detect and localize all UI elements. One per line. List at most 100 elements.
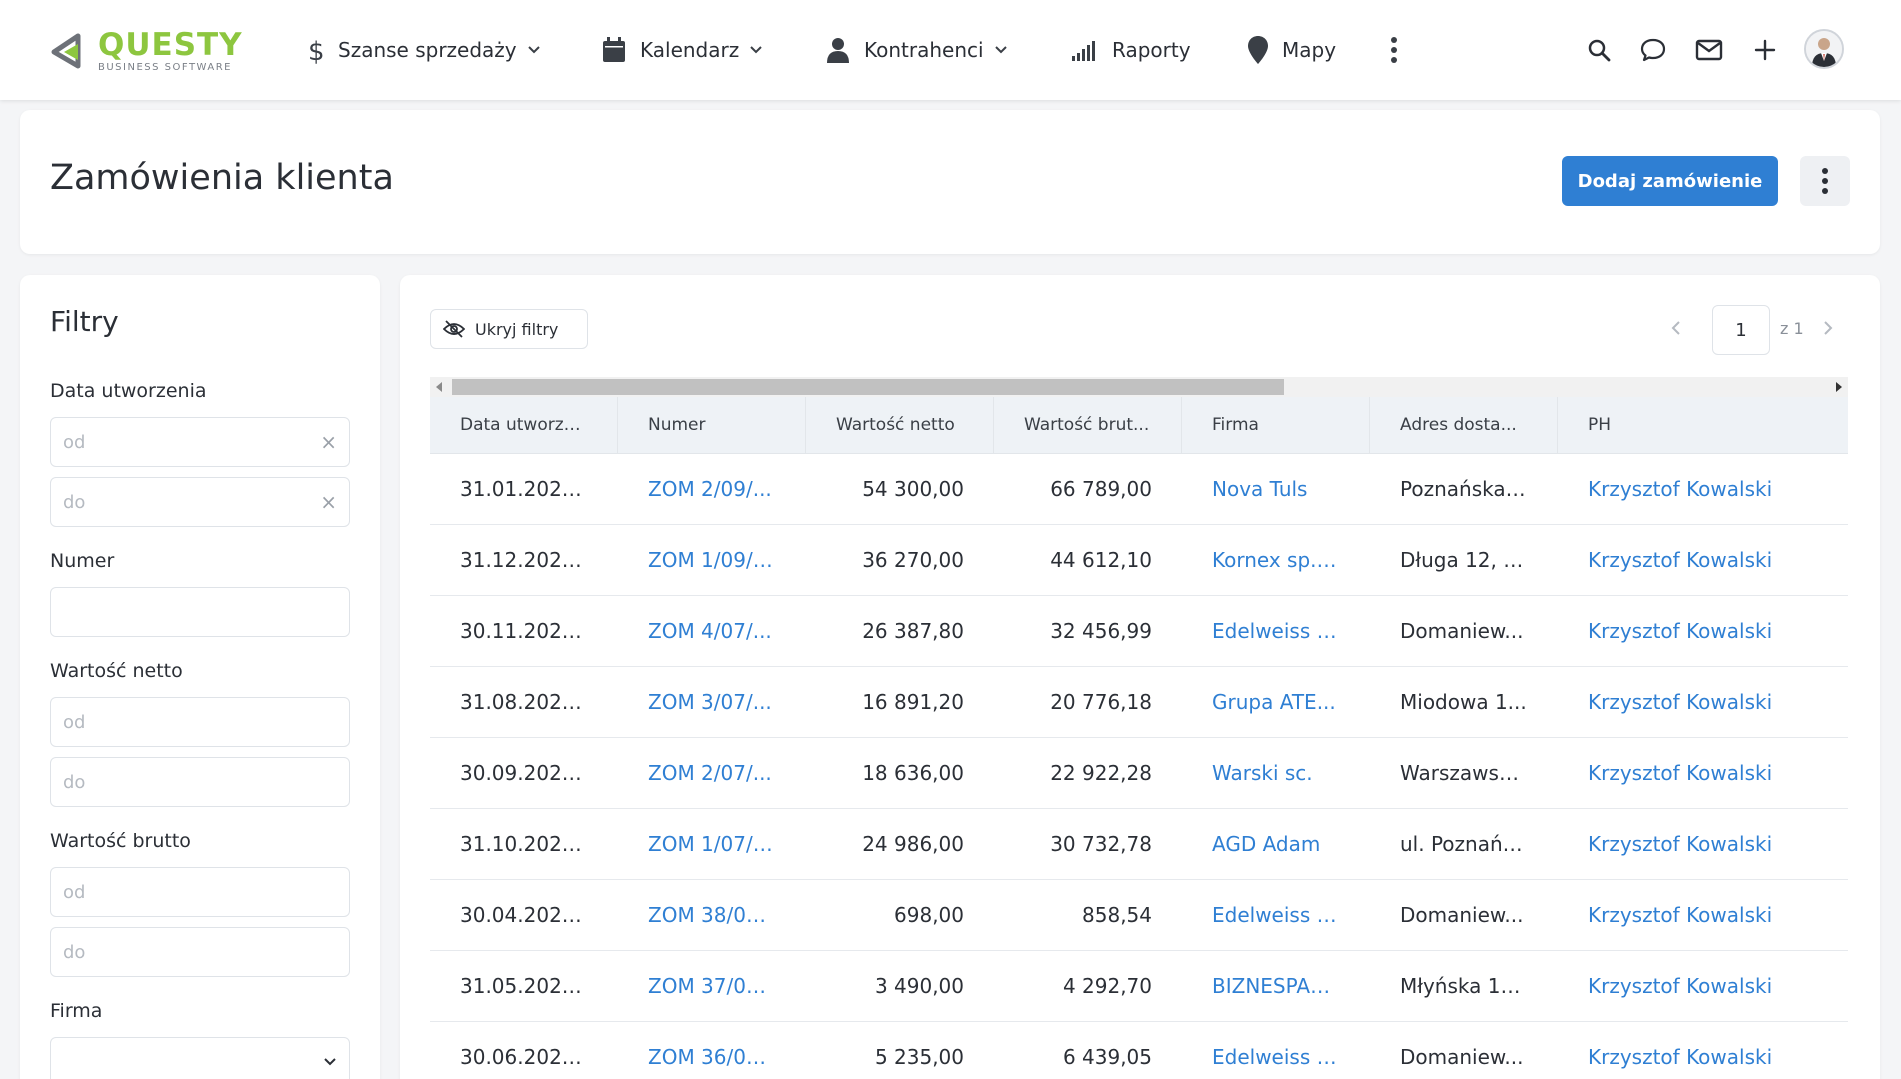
scrollbar-thumb[interactable]	[452, 379, 1284, 395]
chevron-down-icon	[527, 46, 540, 54]
column-header[interactable]: Wartość brut...	[994, 397, 1182, 453]
header-more-button[interactable]	[1800, 156, 1850, 206]
column-header[interactable]: Adres dosta...	[1370, 397, 1558, 453]
cell-sales-rep[interactable]: Krzysztof Kowalski	[1558, 1022, 1848, 1079]
table-row[interactable]: 30.11.2024 0... ZOM 4/07/... 26 387,80 32 4…	[430, 596, 1848, 667]
cell-created-date: 31.01.2025 0...	[460, 477, 588, 501]
filter-label-number: Numer	[50, 550, 115, 572]
cell-company[interactable]: Kornex sp. ...	[1182, 525, 1370, 595]
table-row[interactable]: 31.08.2024 ... ZOM 3/07/... 16 891,20 20 77…	[430, 667, 1848, 738]
net-value-to-input[interactable]: do	[50, 757, 350, 807]
cell-sales-rep[interactable]: Krzysztof Kowalski	[1558, 667, 1848, 737]
nav-label: Mapy	[1282, 38, 1337, 62]
cell-order-number[interactable]: ZOM 37/06...	[618, 951, 806, 1021]
search-button[interactable]	[1584, 30, 1614, 70]
created-date-to-input[interactable]: do ×	[50, 477, 350, 527]
input-placeholder: do	[63, 771, 86, 793]
scroll-right-arrow[interactable]	[1836, 382, 1842, 392]
cell-created-date: 30.04.2024 ...	[460, 903, 588, 927]
filter-label-company: Firma	[50, 1000, 103, 1022]
dollar-icon: $	[308, 37, 324, 64]
kebab-icon	[1391, 37, 1397, 63]
nav-item-maps[interactable]: Mapy	[1248, 32, 1336, 68]
scroll-left-arrow[interactable]	[436, 382, 442, 392]
created-date-from-input[interactable]: od ×	[50, 417, 350, 467]
cell-company[interactable]: Warski sc.	[1182, 738, 1370, 808]
questy-logo-icon	[51, 33, 81, 69]
table-header: Data utworze... Numer Wartość netto Wart…	[430, 397, 1848, 454]
cell-order-number[interactable]: ZOM 1/09/2...	[618, 525, 806, 595]
table-row[interactable]: 31.10.2024 0... ZOM 1/07/2... 24 986,00 30 …	[430, 809, 1848, 880]
chevron-right-icon[interactable]	[1822, 319, 1834, 337]
column-header[interactable]: PH	[1558, 397, 1848, 453]
cell-company[interactable]: Nova Tuls	[1182, 454, 1370, 524]
cell-created-date: 30.06.2024 ...	[460, 1045, 588, 1069]
add-button[interactable]	[1750, 30, 1780, 70]
avatar[interactable]	[1804, 29, 1844, 69]
table-row[interactable]: 30.09.2024 ... ZOM 2/07/... 18 636,00 22 92…	[430, 738, 1848, 809]
svg-text:$: $	[308, 37, 324, 64]
column-header[interactable]: Numer	[618, 397, 806, 453]
chevron-down-icon	[750, 46, 762, 54]
column-header[interactable]: Wartość netto	[806, 397, 994, 453]
nav-item-contractors[interactable]: Kontrahenci	[826, 32, 1008, 68]
more-menu-button[interactable]	[1382, 30, 1406, 70]
cell-order-number[interactable]: ZOM 4/07/...	[618, 596, 806, 666]
cell-delivery-address: Domaniew...	[1400, 903, 1524, 927]
mail-button[interactable]	[1694, 30, 1724, 70]
cell-created-date: 31.08.2024 ...	[460, 690, 588, 714]
table-row[interactable]: 31.05.2024 ... ZOM 37/06... 3 490,00 4 292,…	[430, 951, 1848, 1022]
cell-sales-rep[interactable]: Krzysztof Kowalski	[1558, 525, 1848, 595]
table-row[interactable]: 30.06.2024 ... ZOM 36/06... 5 235,00 6 439,…	[430, 1022, 1848, 1079]
company-select[interactable]	[50, 1037, 350, 1079]
cell-company[interactable]: AGD Adam	[1182, 809, 1370, 879]
mail-icon	[1695, 39, 1723, 61]
add-order-button[interactable]: Dodaj zamówienie	[1562, 156, 1778, 206]
orders-table: Data utworze... Numer Wartość netto Wart…	[430, 397, 1848, 1079]
number-input[interactable]	[50, 587, 350, 637]
nav-label: Raporty	[1112, 38, 1191, 62]
cell-order-number[interactable]: ZOM 3/07/...	[618, 667, 806, 737]
nav-label: Kontrahenci	[864, 38, 984, 62]
cell-sales-rep[interactable]: Krzysztof Kowalski	[1558, 596, 1848, 666]
table-row[interactable]: 31.12.2024 0... ZOM 1/09/2... 36 270,00 44 …	[430, 525, 1848, 596]
cell-sales-rep[interactable]: Krzysztof Kowalski	[1558, 454, 1848, 524]
cell-company[interactable]: Edelweiss S...	[1182, 1022, 1370, 1079]
gross-value-to-input[interactable]: do	[50, 927, 350, 977]
horizontal-scrollbar[interactable]	[430, 377, 1848, 397]
cell-order-number[interactable]: ZOM 36/06...	[618, 1022, 806, 1079]
cell-order-number[interactable]: ZOM 1/07/2...	[618, 809, 806, 879]
page-number-input[interactable]: 1	[1712, 305, 1770, 355]
cell-delivery-address: Długa 12, 2...	[1400, 548, 1528, 572]
nav-item-calendar[interactable]: Kalendarz	[602, 32, 763, 68]
cell-company[interactable]: BIZNESPART...	[1182, 951, 1370, 1021]
cell-sales-rep[interactable]: Krzysztof Kowalski	[1558, 738, 1848, 808]
cell-sales-rep[interactable]: Krzysztof Kowalski	[1558, 880, 1848, 950]
cell-sales-rep[interactable]: Krzysztof Kowalski	[1558, 951, 1848, 1021]
cell-order-number[interactable]: ZOM 2/07/...	[618, 738, 806, 808]
cell-order-number[interactable]: ZOM 2/09/...	[618, 454, 806, 524]
net-value-from-input[interactable]: od	[50, 697, 350, 747]
chat-button[interactable]	[1638, 30, 1668, 70]
clear-icon[interactable]: ×	[320, 490, 337, 514]
cell-company[interactable]: Edelweiss S...	[1182, 880, 1370, 950]
cell-company[interactable]: Grupa ATE...	[1182, 667, 1370, 737]
gross-value-from-input[interactable]: od	[50, 867, 350, 917]
plus-icon	[1754, 39, 1776, 61]
cell-order-number[interactable]: ZOM 38/06...	[618, 880, 806, 950]
clear-icon[interactable]: ×	[320, 430, 337, 454]
cell-net-value: 16 891,20	[862, 690, 964, 714]
hide-filters-button[interactable]: Ukryj filtry	[430, 309, 588, 349]
chevron-left-icon[interactable]	[1670, 319, 1682, 337]
nav-item-sales-opportunities[interactable]: $ Szanse sprzedaży	[306, 32, 541, 68]
brand-logo[interactable]: QUESTY BUSINESS SOFTWARE	[48, 28, 263, 74]
nav-item-reports[interactable]: Raporty	[1072, 32, 1191, 68]
cell-gross-value: 66 789,00	[1050, 477, 1152, 501]
table-row[interactable]: 31.01.2025 0... ZOM 2/09/... 54 300,00 66 7…	[430, 454, 1848, 525]
column-header[interactable]: Firma	[1182, 397, 1370, 453]
table-row[interactable]: 30.04.2024 ... ZOM 38/06... 698,00 858,54 Ed…	[430, 880, 1848, 951]
cell-sales-rep[interactable]: Krzysztof Kowalski	[1558, 809, 1848, 879]
column-header[interactable]: Data utworze...	[430, 397, 618, 453]
filter-label-created-date: Data utworzenia	[50, 380, 207, 402]
cell-company[interactable]: Edelweiss S...	[1182, 596, 1370, 666]
